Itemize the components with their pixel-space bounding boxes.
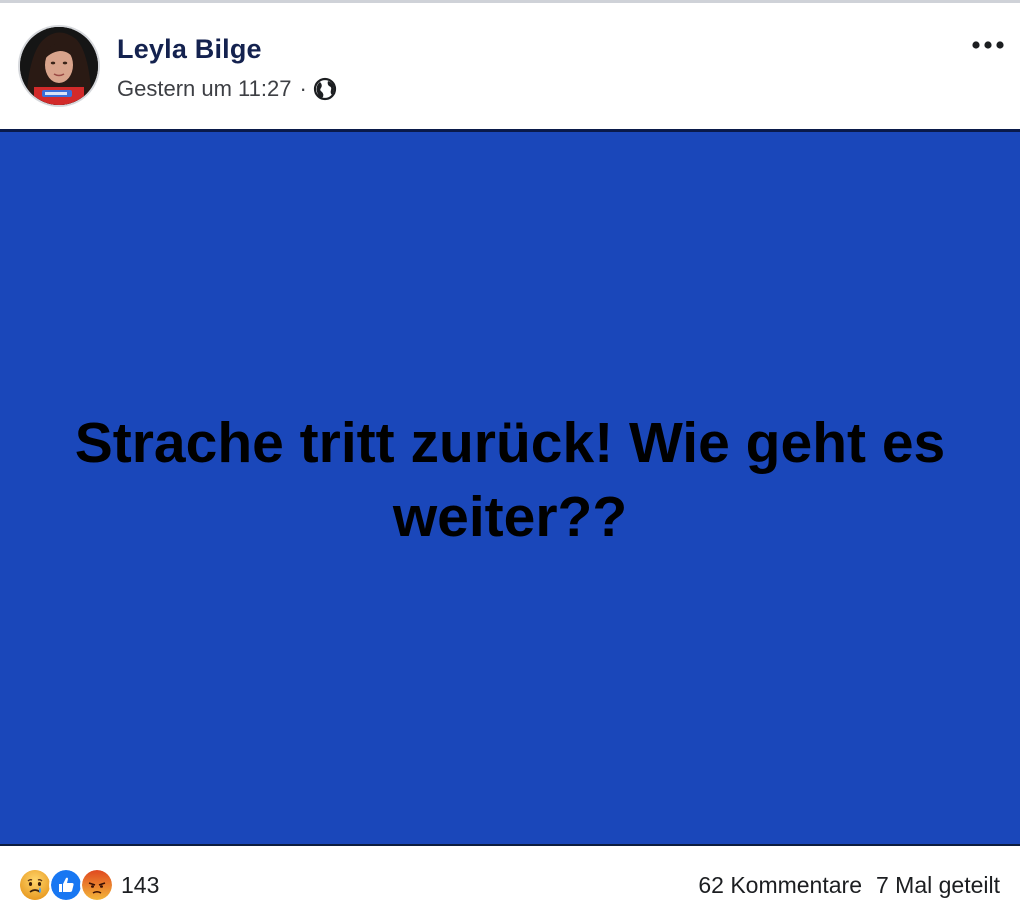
shares-count-link[interactable]: 7 Mal geteilt	[876, 872, 1000, 899]
reaction-count: 143	[121, 872, 160, 898]
post-header: Leyla Bilge Gestern um 11:27 ·	[0, 3, 1020, 129]
post-image[interactable]: Strache tritt zurück! Wie geht es weiter…	[0, 132, 1020, 844]
more-dots-icon	[972, 41, 1004, 49]
reactions-summary[interactable]: 143	[18, 868, 159, 902]
post-image-text: Strache tritt zurück! Wie geht es weiter…	[74, 411, 946, 549]
meta-separator: ·	[299, 76, 307, 101]
post-meta: Gestern um 11:27 ·	[117, 75, 337, 103]
angry-reaction-icon	[80, 868, 114, 902]
avatar[interactable]	[20, 27, 98, 105]
engagement-counts: 62 Kommentare 7 Mal geteilt	[698, 868, 1000, 902]
avatar-photo	[20, 27, 98, 105]
sad-reaction-icon	[18, 868, 52, 902]
author-name[interactable]: Leyla Bilge	[117, 33, 262, 65]
like-reaction-icon	[49, 868, 83, 902]
post-stats-bar: 143 62 Kommentare 7 Mal geteilt	[0, 846, 1020, 920]
more-options-button[interactable]	[970, 33, 1006, 57]
globe-icon[interactable]	[313, 77, 337, 101]
comments-count-link[interactable]: 62 Kommentare	[698, 872, 862, 899]
post-timestamp[interactable]: Gestern um 11:27	[117, 75, 291, 103]
